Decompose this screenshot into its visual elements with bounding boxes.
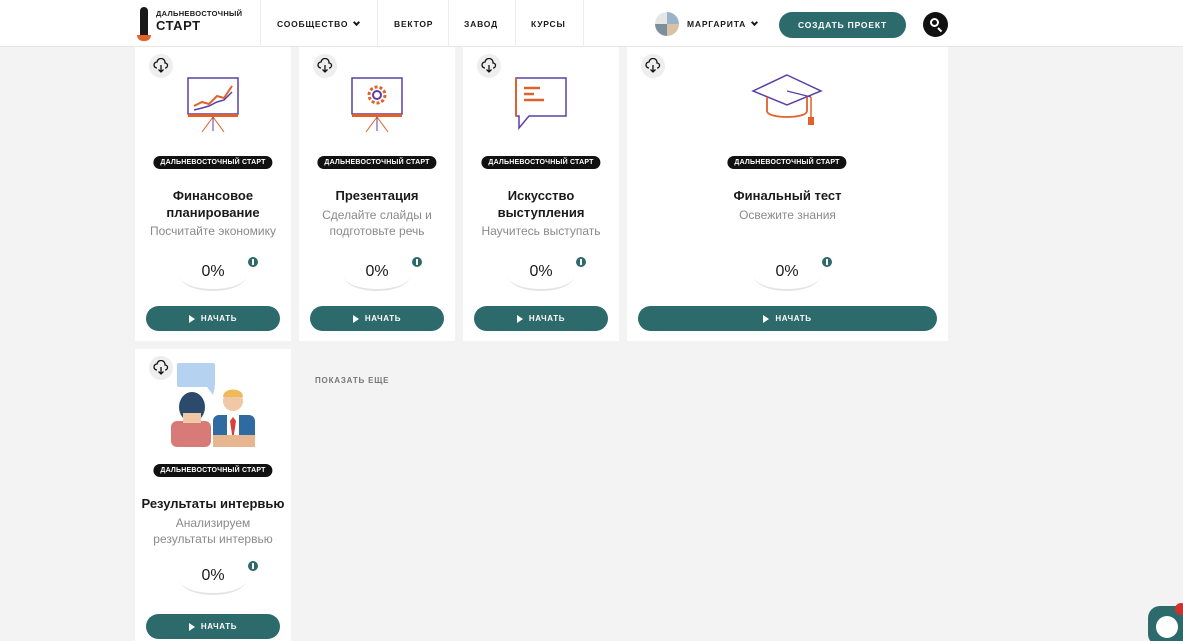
card-subtitle: Освежите знания [739,208,836,222]
download-icon[interactable] [149,54,173,78]
course-card: ДАЛЬНЕВОСТОЧНЫЙ СТАРТ Результаты интервь… [135,349,291,641]
card-subtitle: Анализируем результаты интервью [153,516,273,546]
start-button-label: НАЧАТЬ [364,314,402,323]
coin-icon [248,561,258,571]
start-button-label: НАЧАТЬ [528,314,566,323]
card-title: Результаты интервью [141,496,285,511]
start-button[interactable]: НАЧАТЬ [474,306,608,331]
user-name: МАРГАРИТА [687,19,747,29]
program-badge: ДАЛЬНЕВОСТОЧНЫЙ СТАРТ [153,156,273,169]
play-icon [763,314,770,323]
progress-value: 0% [201,263,225,280]
nav-factory-label: ЗАВОД [464,18,498,29]
program-badge: ДАЛЬНЕВОСТОЧНЫЙ СТАРТ [153,464,273,477]
start-button[interactable]: НАЧАТЬ [638,306,937,331]
program-badge: ДАЛЬНЕВОСТОЧНЫЙ СТАРТ [727,156,847,169]
card-title: Искусство выступления [497,188,585,220]
nav-courses-label: КУРСЫ [531,18,566,29]
rocket-icon [137,7,151,41]
nav-factory[interactable]: ЗАВОД [464,0,498,47]
progress-value: 0% [201,567,225,584]
progress-value: 0% [365,263,389,280]
coin-icon [822,257,832,267]
user-menu[interactable]: МАРГАРИТА [655,12,759,36]
progress-value: 0% [775,263,799,280]
course-card: ДАЛЬНЕВОСТОЧНЫЙ СТАРТ Финальный тест Осв… [627,47,948,341]
interview-people-icon [171,363,255,447]
top-navbar: ДАЛЬНЕВОСТОЧНЫЙ СТАРТ СООБЩЕСТВО ВЕКТОР … [0,0,1183,47]
course-card: ДАЛЬНЕВОСТОЧНЫЙ СТАРТ Презентация Сделай… [299,47,455,341]
nav-community-label: СООБЩЕСТВО [277,18,349,29]
start-button-label: НАЧАТЬ [200,314,238,323]
nav-divider [583,0,584,47]
nav-divider [377,0,378,47]
chat-icon [1156,616,1178,638]
course-card: ДАЛЬНЕВОСТОЧНЫЙ СТАРТ Искусство выступле… [463,47,619,341]
play-icon [188,314,195,323]
progress-indicator: 0% [342,257,422,297]
nav-divider [260,0,261,47]
chevron-down-icon [353,18,361,26]
nav-vector-label: ВЕКТОР [394,18,434,29]
program-badge: ДАЛЬНЕВОСТОЧНЫЙ СТАРТ [317,156,437,169]
notification-dot [1175,603,1183,615]
card-subtitle: Сделайте слайды и подготовьте речь [322,208,432,238]
chevron-down-icon [751,18,759,27]
nav-vector[interactable]: ВЕКТОР [394,0,433,47]
show-more-link[interactable]: ПОКАЗАТЬ ЕЩЕ [315,376,389,385]
progress-indicator: 0% [178,561,258,601]
download-icon[interactable] [477,54,501,78]
course-card: ДАЛЬНЕВОСТОЧНЫЙ СТАРТ Финансовое планиро… [135,47,291,341]
graduation-cap-icon [751,74,823,125]
play-icon [352,314,359,323]
nav-divider [448,0,449,47]
nav-divider [515,0,516,47]
card-title: Презентация [335,188,419,203]
logo-text-bottom: СТАРТ [156,17,201,33]
chat-widget-button[interactable] [1148,603,1183,641]
start-button[interactable]: НАЧАТЬ [310,306,444,331]
nav-community[interactable]: СООБЩЕСТВО [277,0,361,47]
coin-icon [412,257,422,267]
progress-indicator: 0% [178,257,258,297]
play-icon [188,622,195,631]
coin-icon [248,257,258,267]
card-subtitle: Посчитайте экономику [149,224,277,238]
search-button[interactable] [923,12,948,37]
card-title: Финансовое планирование [166,188,260,220]
site-logo[interactable]: ДАЛЬНЕВОСТОЧНЫЙ СТАРТ [137,7,257,41]
download-icon[interactable] [313,54,337,78]
progress-value: 0% [529,263,553,280]
avatar [655,12,679,36]
card-title: Финальный тест [733,188,842,203]
logo-text-top: ДАЛЬНЕВОСТОЧНЫЙ [156,9,243,18]
start-button[interactable]: НАЧАТЬ [146,306,280,331]
play-icon [516,314,523,323]
start-button-label: НАЧАТЬ [775,314,812,323]
start-button[interactable]: НАЧАТЬ [146,614,280,639]
card-subtitle: Научитесь выступать [481,224,601,238]
download-icon[interactable] [641,54,665,78]
search-icon [930,18,939,27]
speech-bubble-icon [515,77,567,131]
progress-indicator: 0% [506,257,586,297]
progress-indicator: 0% [752,257,832,297]
start-button-label: НАЧАТЬ [200,622,238,631]
gear-board-icon [351,77,403,133]
coin-icon [576,257,586,267]
create-project-button[interactable]: СОЗДАТЬ ПРОЕКТ [779,12,906,38]
nav-courses[interactable]: КУРСЫ [531,0,566,47]
program-badge: ДАЛЬНЕВОСТОЧНЫЙ СТАРТ [481,156,601,169]
chart-board-icon [187,77,239,133]
